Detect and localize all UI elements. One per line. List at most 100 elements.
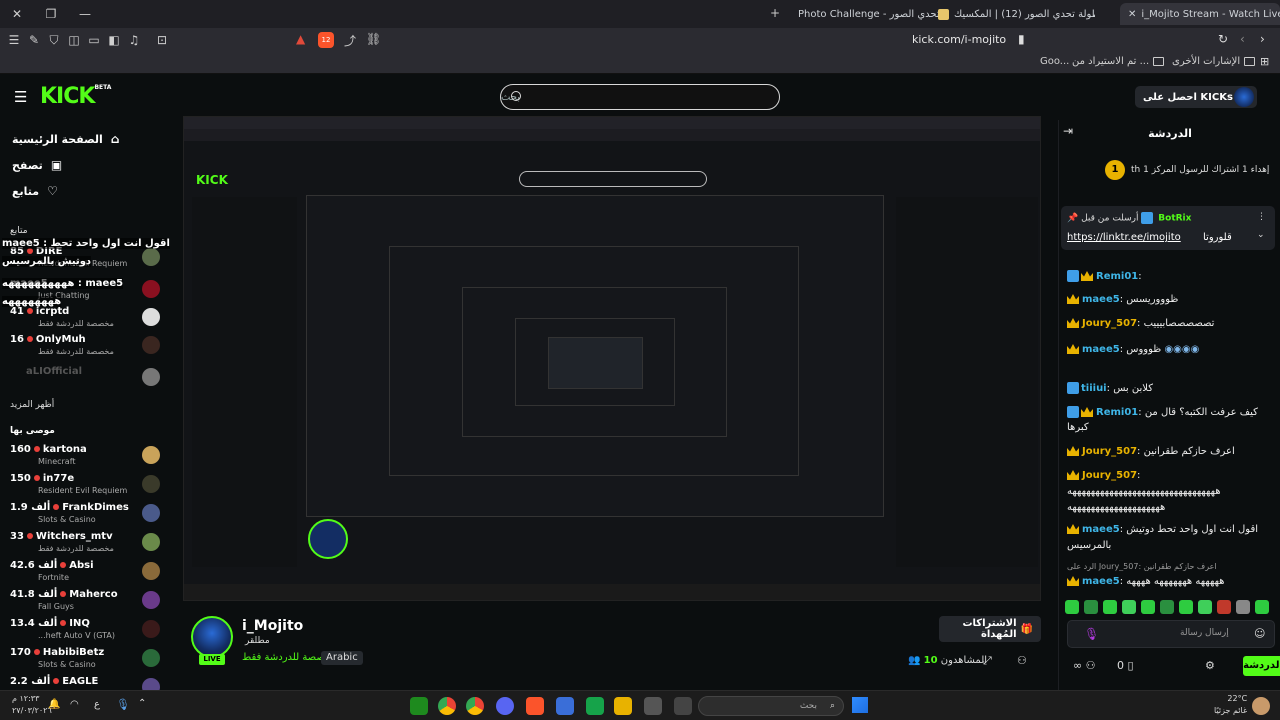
tab-active-stream[interactable]: ✕ i_Mojito Stream - Watch Live xyxy=(1120,3,1280,25)
tab-tournament[interactable]: بطولة تحدي الصور (12) | المكسيك... xyxy=(930,3,1095,25)
hamburger-menu-icon[interactable]: ☰ xyxy=(14,88,27,106)
store-icon[interactable] xyxy=(644,697,662,715)
more-options-icon[interactable]: ⋮ xyxy=(1257,212,1266,222)
clock[interactable]: ١٢:٣٣ م ٢٧/٠٣/٢٠٢٦ xyxy=(12,693,52,717)
tab-photo-challenge[interactable]: Photo Challenge - لعبة تحدي الصور xyxy=(790,3,940,25)
microphone-icon[interactable]: 🎙 xyxy=(116,698,130,711)
xbox-icon[interactable] xyxy=(410,697,428,715)
bookmark-icon[interactable]: ▮ xyxy=(1018,32,1025,46)
users-icon[interactable]: ⚇ xyxy=(1086,659,1096,672)
emote-icon[interactable] xyxy=(1255,600,1269,614)
search-input[interactable]: بحث xyxy=(500,84,780,110)
menu-icon[interactable]: ☰ xyxy=(4,30,24,50)
recommended-channel[interactable]: 42.6 ألف Absi Fortnite xyxy=(10,560,160,588)
music-icon[interactable]: ♫ xyxy=(124,30,144,50)
follow-icon[interactable]: ⚇ xyxy=(1017,654,1027,667)
recommended-channel[interactable]: 1.9 ألف FrankDimes Slots & Casino xyxy=(10,502,160,530)
address-bar[interactable]: kick.com/i-mojito xyxy=(912,33,1006,46)
task-view-icon[interactable] xyxy=(674,697,692,715)
sidebar-icon[interactable]: ◧ xyxy=(104,30,124,50)
microphone-icon[interactable]: 🎙 xyxy=(1084,627,1099,641)
chevron-down-icon[interactable]: ⌄ xyxy=(1257,230,1265,240)
recommended-channel[interactable]: 170 HabibiBetz Slots & Casino xyxy=(10,647,160,675)
rewards-icon[interactable]: ▲ xyxy=(296,32,312,48)
chat-send-button[interactable]: الدردشة xyxy=(1243,656,1280,676)
emote-icon[interactable] xyxy=(1084,600,1098,614)
emote-icon[interactable] xyxy=(1198,600,1212,614)
pinned-message[interactable]: 📌 أرسلت من قبل BotRix ⋮ https://linktr.e… xyxy=(1061,206,1275,250)
language-tag[interactable]: Arabic xyxy=(321,651,363,665)
recommended-channel[interactable]: 41.8 ألف Maherco Fall Guys xyxy=(10,589,160,617)
sidebar-item-following[interactable]: ♡ متابع xyxy=(12,184,58,198)
emote-icon[interactable] xyxy=(1141,600,1155,614)
apps-grid-icon[interactable]: ⊞ xyxy=(1260,55,1269,68)
video-player[interactable]: KICK xyxy=(183,116,1041,601)
emote-icon[interactable] xyxy=(1217,600,1231,614)
brave-shield-icon[interactable]: 12 xyxy=(318,32,334,48)
recommended-channel[interactable]: 2.2 ألف EAGLE xyxy=(10,676,160,690)
weather-widget[interactable]: 22°C غائم جزئيًا xyxy=(1214,693,1247,717)
forward-icon[interactable]: ‹ xyxy=(1240,32,1245,46)
gifted-subs-button[interactable]: 🎁 الاشتراكات المُهداة xyxy=(939,616,1041,642)
emote-icon[interactable] xyxy=(1160,600,1174,614)
cube-icon[interactable]: ◫ xyxy=(64,30,84,50)
sidebar-item-browse[interactable]: ▣ تصفح xyxy=(12,158,62,172)
reload-icon[interactable]: ↻ xyxy=(1218,32,1228,46)
discord-icon[interactable] xyxy=(496,697,514,715)
emote-icon[interactable] xyxy=(1236,600,1250,614)
chrome-icon[interactable] xyxy=(438,697,456,715)
bookmark-imported[interactable]: تم الاستيراد من ... xyxy=(1072,56,1165,67)
following-channel[interactable]: 41 icrptd مخصصة للدردشة فقط xyxy=(10,306,160,334)
pinned-link[interactable]: https://linktr.ee/imojito xyxy=(1067,232,1181,243)
recommended-channel[interactable]: 13.4 ألف INQ ...heft Auto V (GTA) xyxy=(10,618,160,646)
chat-settings-icon[interactable]: ⚙ xyxy=(1205,659,1215,672)
bookmark-other[interactable]: الإشارات الأخرى xyxy=(1172,56,1256,67)
recommended-channel[interactable]: 33 Witchers_mtv مخصصة للدردشة فقط xyxy=(10,531,160,559)
show-more-link[interactable]: أظهر المزيد xyxy=(10,400,54,410)
streamer-name[interactable]: i_Mojito xyxy=(242,618,303,634)
sidebar-item-home[interactable]: ⌂ الصفحة الرئيسية xyxy=(12,132,119,146)
app-icon[interactable] xyxy=(586,697,604,715)
screenshot-icon[interactable]: ⊡ xyxy=(152,30,172,50)
brave-icon[interactable] xyxy=(526,697,544,715)
close-window-icon[interactable]: ✕ xyxy=(0,0,34,28)
kick-logo[interactable]: KICKBETA xyxy=(40,84,111,109)
taskbar-search-input[interactable]: بحث ⌕ xyxy=(698,696,844,716)
notification-icon[interactable]: 🔔 xyxy=(48,699,60,710)
share-icon[interactable]: ⤢ xyxy=(983,654,992,668)
emoji-icon[interactable]: ☺ xyxy=(1254,627,1265,640)
following-channel[interactable]: 16 OnlyMuh مخصصة للدردشة فقط xyxy=(10,334,160,362)
wifi-icon[interactable]: ◠ xyxy=(70,699,79,710)
video-nested-sidebar xyxy=(192,197,297,567)
share-icon[interactable]: ⤴ xyxy=(344,32,356,49)
link-icon[interactable]: ⛓ xyxy=(366,32,381,46)
user-avatar[interactable] xyxy=(1234,87,1254,107)
chrome-icon[interactable] xyxy=(466,697,484,715)
gift-icon: 🎁 xyxy=(1020,623,1033,635)
recommended-channel[interactable]: 150 in77e Resident Evil Requiem xyxy=(10,473,160,501)
file-explorer-icon[interactable] xyxy=(614,697,632,715)
app-icon[interactable] xyxy=(556,697,574,715)
chat-message: maee5: ظوووس ◉◉◉◉ xyxy=(1067,344,1273,355)
emote-icon[interactable] xyxy=(1065,600,1079,614)
maximize-window-icon[interactable]: ❐ xyxy=(34,0,68,28)
chat-input[interactable]: 🎙 إرسال رسالة ☺ xyxy=(1067,620,1275,648)
close-tab-icon[interactable]: ✕ xyxy=(1128,9,1136,20)
pen-icon[interactable]: ✎ xyxy=(24,30,44,50)
shield-icon[interactable]: ⛉ xyxy=(44,30,64,50)
emote-icon[interactable] xyxy=(1103,600,1117,614)
back-icon[interactable]: › xyxy=(1260,32,1265,46)
streamer-avatar[interactable] xyxy=(191,616,233,658)
windows-start-icon[interactable] xyxy=(852,697,868,713)
emote-icon[interactable] xyxy=(1122,600,1136,614)
emote-icon[interactable] xyxy=(1179,600,1193,614)
bookmark-google[interactable]: Goo... xyxy=(1040,56,1069,67)
chevron-up-icon[interactable]: ⌃ xyxy=(138,698,146,709)
minimize-window-icon[interactable]: — xyxy=(68,0,102,28)
language-indicator[interactable]: ع xyxy=(94,699,100,710)
wallet-icon[interactable]: ▭ xyxy=(84,30,104,50)
infinity-icon[interactable]: ∞ xyxy=(1073,659,1082,672)
recommended-channel[interactable]: 160 kartona Minecraft xyxy=(10,444,160,472)
new-tab-icon[interactable]: + xyxy=(770,6,780,20)
following-channel-offline[interactable]: aLIOfficial xyxy=(10,366,160,394)
